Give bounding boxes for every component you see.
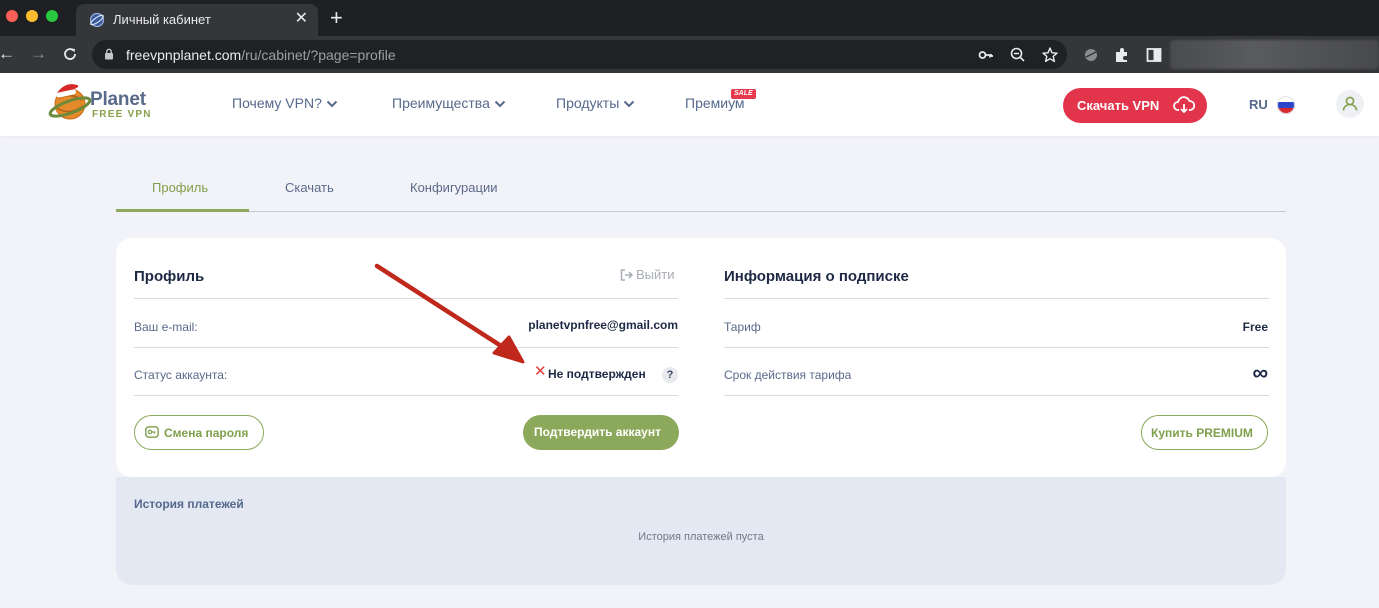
- menu-why-vpn[interactable]: Почему VPN?: [232, 95, 338, 111]
- confirm-account-button[interactable]: Подтвердить аккаунт: [523, 415, 679, 450]
- lock-icon: [105, 48, 113, 60]
- chevron-down-icon: [494, 101, 506, 108]
- logout-link[interactable]: Выйти: [620, 267, 675, 282]
- russian-flag-icon[interactable]: [1277, 96, 1295, 114]
- chevron-down-icon: [326, 101, 338, 108]
- user-account-button[interactable]: [1336, 90, 1364, 118]
- logo-title[interactable]: Planet: [90, 89, 146, 111]
- browser-tab-bar: Личный кабинет ✕ +: [0, 0, 1379, 36]
- tab-profile[interactable]: Профиль: [152, 180, 208, 195]
- account-status-value: Не подтвержден: [548, 367, 646, 381]
- new-tab-icon[interactable]: +: [330, 6, 343, 30]
- side-panel-icon[interactable]: [1145, 46, 1163, 64]
- user-icon: [1342, 96, 1358, 111]
- subscription-section-title: Информация о подписке: [724, 268, 909, 285]
- profile-card: Профиль Выйти Ваш e-mail: planetvpnfree@…: [116, 238, 1286, 477]
- tab-download[interactable]: Скачать: [285, 180, 334, 195]
- payment-history: История платежей История платежей пуста: [116, 477, 1286, 585]
- extension-globe-icon[interactable]: [1082, 46, 1100, 64]
- plan-expiry-label: Срок действия тарифа: [724, 368, 852, 382]
- change-password-button[interactable]: Смена пароля: [134, 415, 264, 450]
- browser-toolbar: ← → freevpnplanet.com/ru/cabinet/?page=p…: [0, 36, 1379, 73]
- menu-products[interactable]: Продукты: [556, 95, 635, 111]
- divider: [134, 347, 678, 348]
- logout-label: Выйти: [636, 267, 675, 282]
- email-label: Ваш e-mail:: [134, 320, 198, 334]
- logout-icon: [620, 269, 634, 281]
- payment-history-title: История платежей: [134, 497, 244, 511]
- email-value: planetvpnfree@gmail.com: [528, 318, 678, 332]
- window-zoom-dot[interactable]: [46, 10, 58, 22]
- reload-icon[interactable]: [62, 46, 78, 62]
- divider: [724, 298, 1269, 299]
- window-close-dot[interactable]: [6, 10, 18, 22]
- buy-premium-button[interactable]: Купить PREMIUM: [1141, 415, 1268, 450]
- profile-section-title: Профиль: [134, 268, 205, 285]
- active-tab-underline: [116, 209, 249, 212]
- menu-why-vpn-label: Почему VPN?: [232, 95, 322, 111]
- window-minimize-dot[interactable]: [26, 10, 38, 22]
- divider: [134, 395, 678, 396]
- blurred-profile-area: [1170, 40, 1379, 69]
- menu-advantages[interactable]: Преимущества: [392, 95, 506, 111]
- zoom-out-icon[interactable]: [1009, 46, 1027, 64]
- plan-value: Free: [1242, 320, 1268, 334]
- browser-tab[interactable]: Личный кабинет ✕: [76, 4, 318, 36]
- key-icon: [145, 426, 159, 438]
- download-vpn-button[interactable]: Скачать VPN: [1063, 88, 1207, 123]
- url-text: freevpnplanet.com/ru/cabinet/?page=profi…: [126, 47, 396, 63]
- buy-premium-label: Купить PREMIUM: [1151, 426, 1253, 440]
- tab-close-icon[interactable]: ✕: [295, 10, 308, 28]
- address-bar[interactable]: freevpnplanet.com/ru/cabinet/?page=profi…: [92, 40, 1067, 69]
- tab-configurations[interactable]: Конфигурации: [410, 180, 497, 195]
- download-vpn-label: Скачать VPN: [1077, 98, 1160, 113]
- extensions-puzzle-icon[interactable]: [1113, 46, 1131, 64]
- change-password-label: Смена пароля: [164, 426, 249, 440]
- logo-subtitle: FREE VPN: [92, 109, 152, 120]
- menu-products-label: Продукты: [556, 95, 620, 111]
- confirm-account-label: Подтвердить аккаунт: [534, 425, 661, 439]
- payment-history-empty: История платежей пуста: [638, 531, 764, 543]
- key-icon[interactable]: [977, 46, 995, 64]
- status-cross-icon: ✕: [534, 363, 547, 380]
- menu-advantages-label: Преимущества: [392, 95, 490, 111]
- forward-arrow-icon[interactable]: →: [30, 44, 47, 64]
- plan-expiry-value: ∞: [1252, 360, 1268, 385]
- bookmark-star-icon[interactable]: [1041, 46, 1059, 64]
- chevron-down-icon: [624, 101, 635, 108]
- sale-badge: SALE: [731, 89, 756, 99]
- divider: [134, 298, 678, 299]
- divider: [724, 347, 1269, 348]
- tab-title: Личный кабинет: [113, 12, 211, 27]
- divider: [724, 395, 1269, 396]
- plan-label: Тариф: [724, 320, 761, 334]
- account-status-label: Статус аккаунта:: [134, 368, 228, 382]
- language-selector[interactable]: RU: [1249, 97, 1268, 112]
- planet-favicon-icon: [89, 12, 105, 28]
- back-arrow-icon[interactable]: ←: [0, 44, 15, 64]
- site-header: Planet FREE VPN Почему VPN? Преимущества…: [0, 73, 1379, 136]
- help-icon[interactable]: ?: [662, 367, 678, 383]
- cloud-download-icon: [1173, 96, 1195, 114]
- cabinet-tabs: Профиль Скачать Конфигурации: [116, 160, 1286, 212]
